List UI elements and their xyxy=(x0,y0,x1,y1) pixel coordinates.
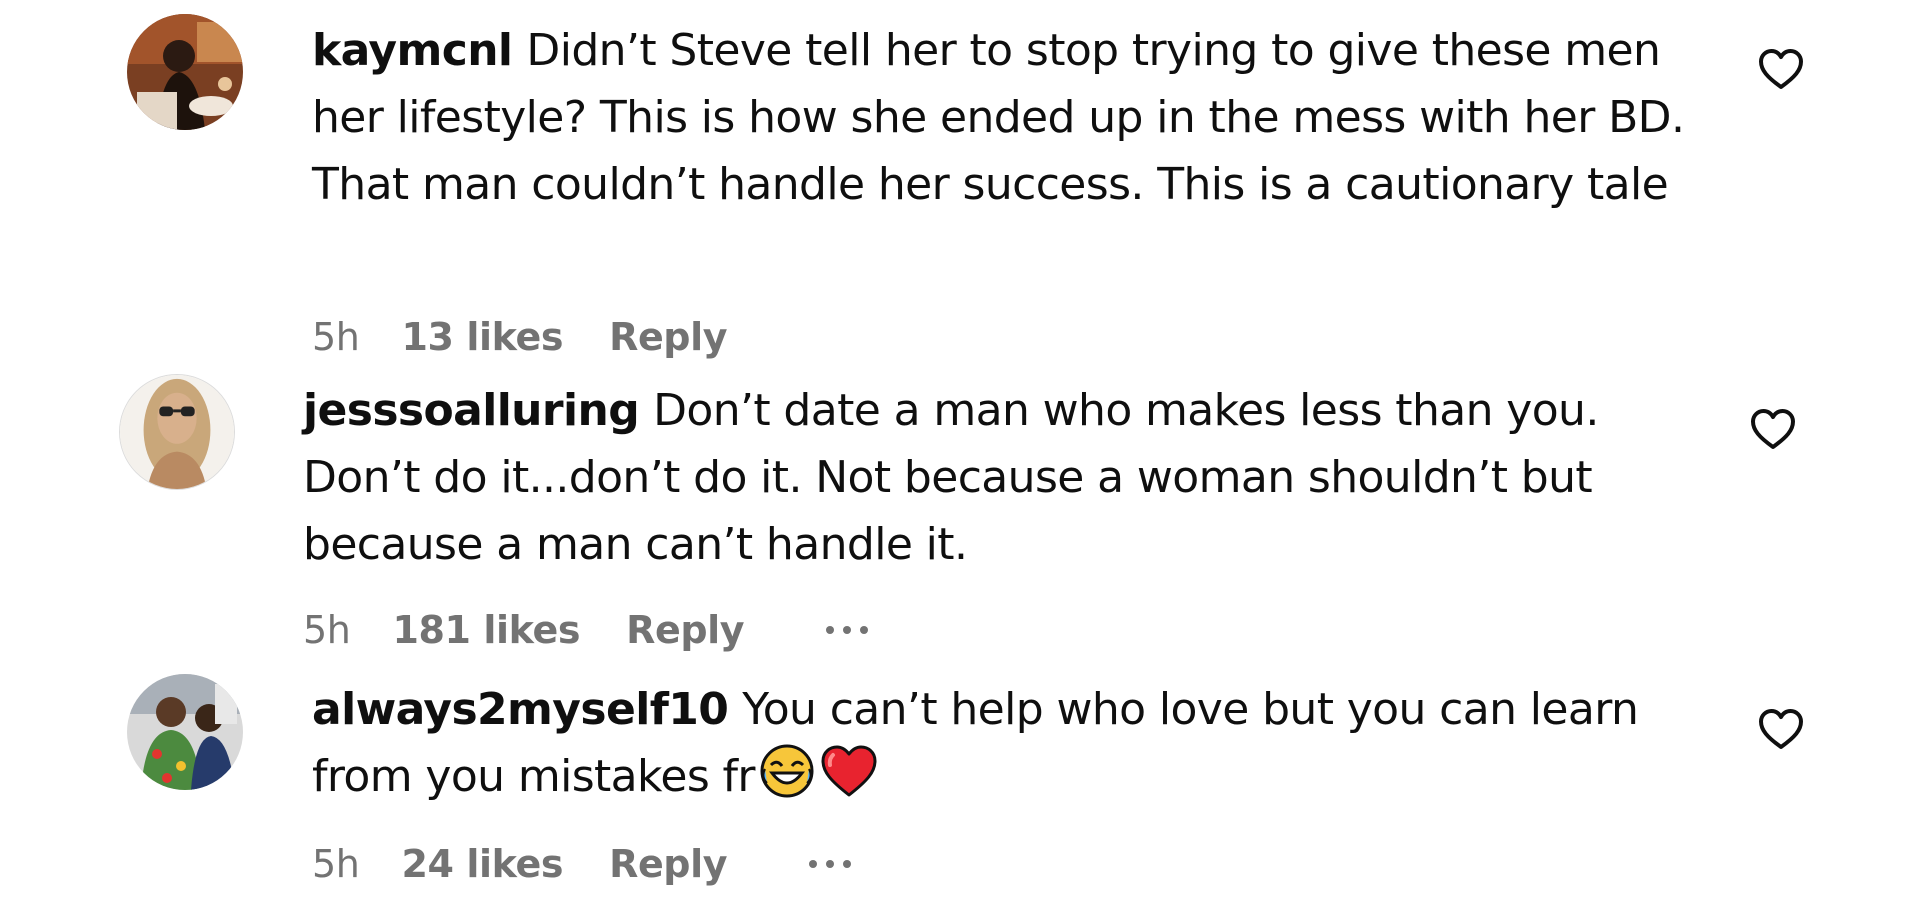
comment-time[interactable]: 5h xyxy=(312,842,360,886)
face-with-tears-of-joy-emoji xyxy=(759,743,815,799)
comment-meta: 5h 24 likes Reply xyxy=(312,842,852,886)
reply-button[interactable]: Reply xyxy=(609,842,727,886)
comment-text: always2myself10 You can’t help who love b… xyxy=(312,676,1702,810)
avatar[interactable] xyxy=(127,674,243,790)
more-options-icon[interactable] xyxy=(809,860,852,868)
avatar-photo-icon xyxy=(127,674,243,790)
red-heart-emoji xyxy=(819,743,879,799)
comment-likes[interactable]: 24 likes xyxy=(401,842,563,886)
comment-username[interactable]: always2myself10 xyxy=(312,684,729,735)
heart-outline-icon[interactable] xyxy=(1757,707,1805,751)
comment-item: always2myself10 You can’t help who love b… xyxy=(0,0,1920,900)
